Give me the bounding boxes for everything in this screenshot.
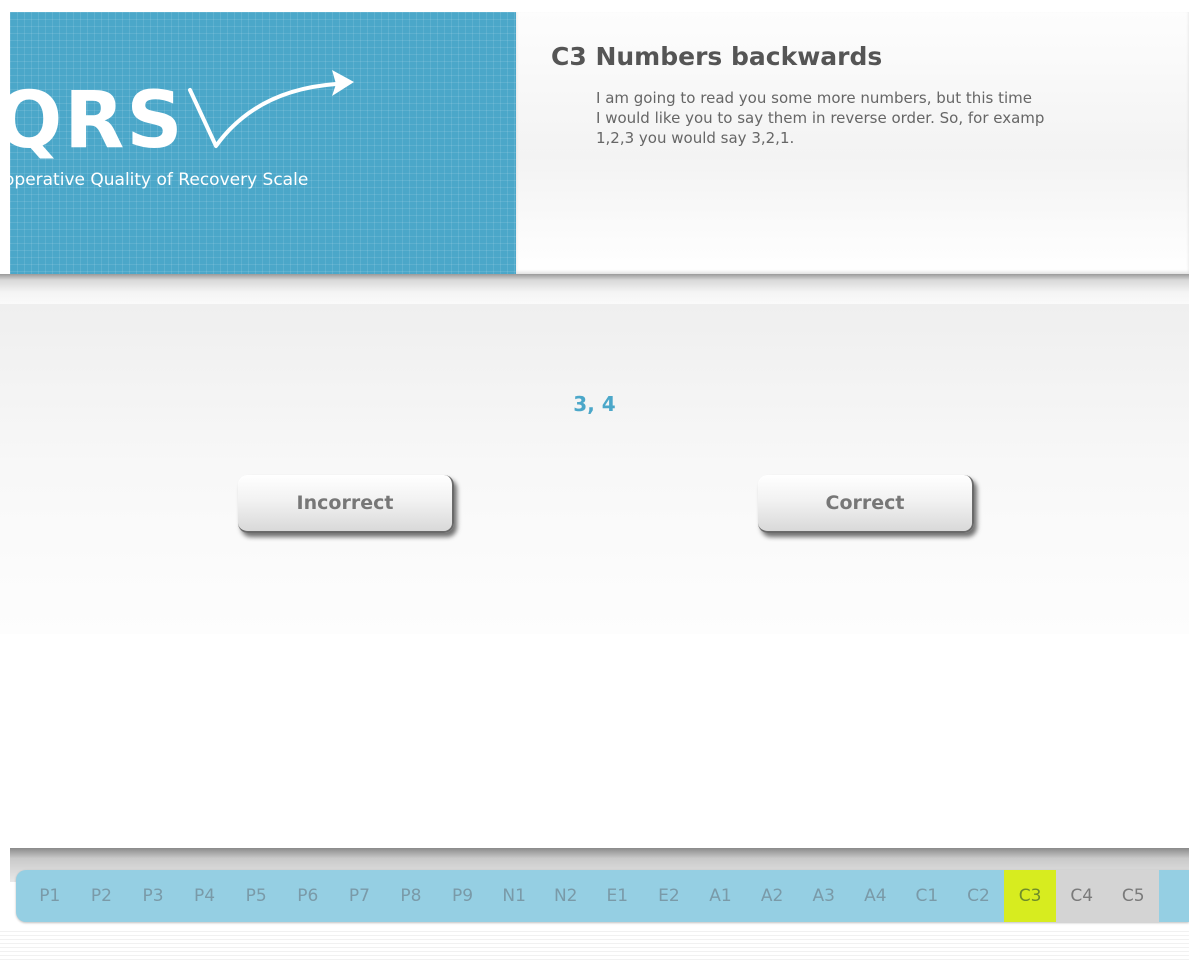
correct-button[interactable]: Correct bbox=[758, 475, 974, 533]
nav-item-e1[interactable]: E1 bbox=[592, 870, 644, 922]
nav-item-p9[interactable]: P9 bbox=[437, 870, 489, 922]
nav-item-p3[interactable]: P3 bbox=[127, 870, 179, 922]
question-nav-bar: P1 P2 P3 P4 P5 P6 P7 P8 P9 N1 N2 E1 E2 A1 A2 A3 A4 C1 C2 C3… bbox=[16, 870, 1189, 922]
nav-item-p7[interactable]: P7 bbox=[334, 870, 386, 922]
nav-item-e2[interactable]: E2 bbox=[643, 870, 695, 922]
nav-item-a1[interactable]: A1 bbox=[695, 870, 747, 922]
instruction-line: 1,2,3 you would say 3,2,1. bbox=[596, 129, 795, 147]
nav-item-a2[interactable]: A2 bbox=[746, 870, 798, 922]
instruction-title: C3 Numbers backwards bbox=[551, 42, 883, 71]
checkmark-arrow-icon bbox=[188, 70, 354, 148]
nav-item-p2[interactable]: P2 bbox=[76, 870, 128, 922]
logo-tagline: operative Quality of Recovery Scale bbox=[10, 170, 309, 190]
nav-item-c3[interactable]: C3 bbox=[1004, 870, 1056, 922]
nav-item-p4[interactable]: P4 bbox=[179, 870, 231, 922]
footer-bottom bbox=[0, 928, 1189, 960]
instruction-line: I would like you to say them in reverse … bbox=[596, 109, 1045, 127]
instruction-line: I am going to read you some more numbers… bbox=[596, 89, 1032, 107]
number-sequence: 3, 4 bbox=[573, 392, 616, 416]
nav-item-n2[interactable]: N2 bbox=[540, 870, 592, 922]
test-area bbox=[0, 304, 1189, 634]
nav-item-c1[interactable]: C1 bbox=[901, 870, 953, 922]
nav-item-n1[interactable]: N1 bbox=[488, 870, 540, 922]
nav-item-p6[interactable]: P6 bbox=[282, 870, 334, 922]
nav-item-a3[interactable]: A3 bbox=[798, 870, 850, 922]
header: QRS operative Quality of Recovery Scale … bbox=[10, 12, 1189, 274]
nav-item-p5[interactable]: P5 bbox=[230, 870, 282, 922]
logo-wordmark: QRS bbox=[10, 76, 185, 166]
nav-item-c5[interactable]: C5 bbox=[1107, 870, 1160, 922]
instruction-body: I am going to read you some more numbers… bbox=[596, 88, 1189, 148]
nav-item-p1[interactable]: P1 bbox=[24, 870, 76, 922]
incorrect-button[interactable]: Incorrect bbox=[238, 475, 454, 533]
nav-item-c2[interactable]: C2 bbox=[953, 870, 1005, 922]
nav-item-a4[interactable]: A4 bbox=[850, 870, 902, 922]
logo-panel: QRS operative Quality of Recovery Scale bbox=[10, 12, 516, 274]
nav-item-c4[interactable]: C4 bbox=[1055, 870, 1108, 922]
header-divider bbox=[0, 274, 1189, 304]
instruction-panel: C3 Numbers backwards I am going to read … bbox=[516, 12, 1189, 274]
nav-item-p8[interactable]: P8 bbox=[385, 870, 437, 922]
